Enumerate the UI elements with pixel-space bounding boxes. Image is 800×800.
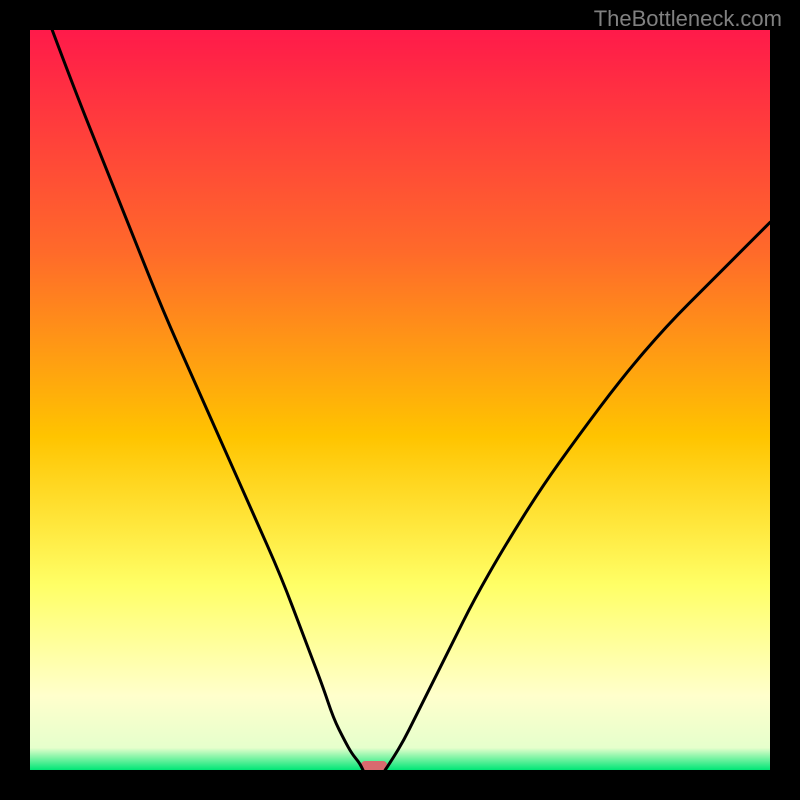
chart-background — [30, 30, 770, 770]
bottleneck-chart — [30, 30, 770, 770]
watermark-text: TheBottleneck.com — [594, 6, 782, 32]
bottleneck-marker — [361, 761, 387, 770]
